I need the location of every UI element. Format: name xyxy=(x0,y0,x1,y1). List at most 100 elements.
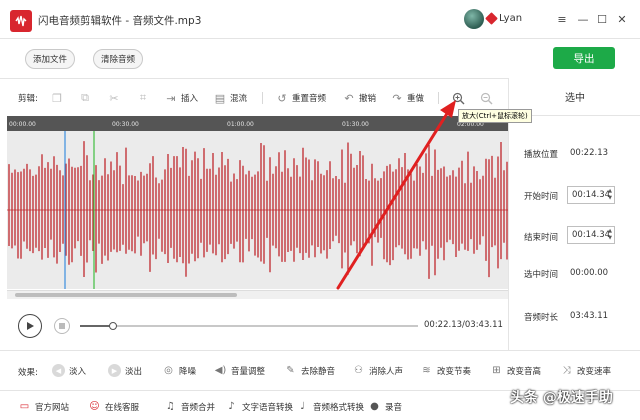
user-avatar[interactable] xyxy=(464,9,484,29)
stepper-arrows-icon[interactable]: ▲ ▼ xyxy=(608,228,612,242)
fade-out-label: 淡出 xyxy=(125,366,143,377)
start-time-value: 00:14.34 xyxy=(572,190,611,200)
rate-icon: ⤨ xyxy=(562,365,571,376)
zoom-out-tool[interactable] xyxy=(479,90,493,106)
fade-in-label: 淡入 xyxy=(69,366,87,377)
crop-tool[interactable]: ⌗ xyxy=(136,90,150,106)
toolbar-divider xyxy=(262,92,263,104)
official-site-label: 官方网站 xyxy=(35,402,70,413)
mix-tool[interactable]: ▤ 混流 xyxy=(213,90,247,106)
undo-label: 撤销 xyxy=(359,94,377,104)
reset-icon: ↺ xyxy=(277,91,287,105)
volume-icon: ◀) xyxy=(214,365,227,376)
mix-label: 混流 xyxy=(230,94,248,104)
play-position-value: 00:22.13 xyxy=(570,148,609,158)
effects-bar: 效果: ◀ 淡入 ▶ 淡出 ◎ 降噪 ◀) 音量调整 ✎ 去除静音 ⚇ 消除人声 ≋ 改变节奏… xyxy=(0,350,640,390)
progress-knob[interactable] xyxy=(109,322,118,330)
format-convert-label: 音频格式转换 xyxy=(313,402,365,413)
change-tempo-effect[interactable]: ≋ 改变节奏 xyxy=(420,364,471,377)
tts-icon: ♪ xyxy=(228,401,235,412)
audio-merge-label: 音频合并 xyxy=(181,402,216,413)
remove-silence-label: 去除静音 xyxy=(301,366,336,377)
mute-icon: ✎ xyxy=(286,365,295,376)
window-title: 闪电音频剪辑软件 - 音频文件.mp3 xyxy=(38,15,202,27)
record-link[interactable]: ● 录音 xyxy=(368,400,402,413)
zoom-in-icon xyxy=(451,91,465,105)
denoise-label: 降噪 xyxy=(179,366,197,377)
watermark: 头条 @极速手助 xyxy=(510,390,613,406)
audio-merge-link[interactable]: ♫ 音频合并 xyxy=(164,400,215,413)
waveform-area[interactable] xyxy=(7,131,508,289)
crop-icon: ⌗ xyxy=(139,91,147,104)
menu-button[interactable]: ≡ xyxy=(555,12,569,26)
end-time-value: 00:14.34 xyxy=(572,230,611,240)
fade-out-icon: ▶ xyxy=(108,364,121,377)
denoise-icon: ◎ xyxy=(164,365,173,376)
end-time-stepper[interactable]: 00:14.34 ▲ ▼ xyxy=(567,226,615,244)
redo-label: 重做 xyxy=(407,94,425,104)
effects-label: 效果: xyxy=(18,368,38,378)
start-time-stepper[interactable]: 00:14.34 ▲ ▼ xyxy=(567,186,615,204)
end-time-label: 结束时间 xyxy=(524,233,559,243)
online-support-link[interactable]: ☺ 在线客服 xyxy=(88,400,139,413)
username[interactable]: Lyan xyxy=(499,13,522,24)
copy-icon: ❐ xyxy=(52,91,62,105)
convert-icon: ♩ xyxy=(300,401,305,412)
play-button[interactable] xyxy=(18,314,42,338)
undo-tool[interactable]: ↶ 撤销 xyxy=(342,90,376,106)
paste-tool[interactable]: ⧉ xyxy=(78,90,92,106)
close-button[interactable]: ✕ xyxy=(615,12,629,26)
export-button[interactable]: 导出 xyxy=(553,47,615,69)
zoom-in-tool[interactable] xyxy=(451,90,465,106)
stop-button[interactable] xyxy=(54,318,70,334)
app-logo-icon xyxy=(10,10,32,32)
paste-icon: ⧉ xyxy=(81,91,89,104)
insert-tool[interactable]: ⇥ 插入 xyxy=(164,90,198,106)
change-pitch-effect[interactable]: ⊞ 改变音高 xyxy=(490,364,541,377)
timeline-tick: 01:00.00 xyxy=(227,121,254,128)
official-site-link[interactable]: ▭ 官方网站 xyxy=(18,400,69,413)
change-rate-effect[interactable]: ⤨ 改变速率 xyxy=(560,364,612,377)
clear-audio-button[interactable]: 清除音频 xyxy=(93,49,143,69)
insert-icon: ⇥ xyxy=(166,91,176,105)
fade-in-effect[interactable]: ◀ 淡入 xyxy=(52,364,86,377)
action-bar: 添加文件 清除音频 导出 xyxy=(0,38,640,78)
stepper-arrows-icon[interactable]: ▲ ▼ xyxy=(608,188,612,202)
horizontal-scrollbar[interactable] xyxy=(7,290,508,299)
remove-silence-effect[interactable]: ✎ 去除静音 xyxy=(284,364,335,377)
reset-audio-label: 重置音频 xyxy=(292,94,327,104)
toolbar-divider xyxy=(438,92,439,104)
maximize-button[interactable]: ☐ xyxy=(595,12,609,26)
copy-tool[interactable]: ❐ xyxy=(50,90,64,106)
remove-vocals-effect[interactable]: ⚇ 消除人声 xyxy=(352,364,403,377)
edit-toolbar: 剪辑: ❐ ⧉ ✂ ⌗ ⇥ 插入 ▤ 混流 ↺ 重置音频 ↶ 撤销 ↷ 重做 xyxy=(0,78,508,116)
record-label: 录音 xyxy=(385,402,403,413)
volume-effect[interactable]: ◀) 音量调整 xyxy=(214,364,265,377)
add-file-button[interactable]: 添加文件 xyxy=(25,49,75,69)
selected-time-value: 00:00.00 xyxy=(570,268,609,278)
stop-icon xyxy=(59,323,65,329)
fade-out-effect[interactable]: ▶ 淡出 xyxy=(108,364,142,377)
timeline-ruler[interactable]: 00:00.00 00:30.00 01:00.00 01:30.00 02:0… xyxy=(7,116,508,131)
mix-icon: ▤ xyxy=(214,91,226,105)
format-convert-link[interactable]: ♩ 音频格式转换 xyxy=(296,400,364,413)
cut-tool[interactable]: ✂ xyxy=(107,90,121,106)
tempo-icon: ≋ xyxy=(422,365,431,376)
tts-link[interactable]: ♪ 文字语音转换 xyxy=(225,400,293,413)
time-readout: 00:22.13/03:43.11 xyxy=(424,320,503,330)
minimize-button[interactable]: — xyxy=(576,12,590,26)
redo-tool[interactable]: ↷ 重做 xyxy=(390,90,424,106)
vip-diamond-icon xyxy=(485,12,498,25)
duration-value: 03:43.11 xyxy=(570,311,609,321)
selected-time-label: 选中时间 xyxy=(524,270,559,280)
title-bar: 闪电音频剪辑软件 - 音频文件.mp3 Lyan ≡ — ☐ ✕ xyxy=(0,0,640,38)
playback-bar: 00:22.13/03:43.11 xyxy=(0,300,508,350)
denoise-effect[interactable]: ◎ 降噪 xyxy=(162,364,196,377)
progress-slider[interactable] xyxy=(80,322,418,330)
merge-icon: ♫ xyxy=(166,401,175,412)
fade-in-icon: ◀ xyxy=(52,364,65,377)
timeline-tick: 01:30.00 xyxy=(342,121,369,128)
start-time-label: 开始时间 xyxy=(524,192,559,202)
scrollbar-thumb[interactable] xyxy=(15,293,237,297)
reset-audio-tool[interactable]: ↺ 重置音频 xyxy=(275,90,326,106)
